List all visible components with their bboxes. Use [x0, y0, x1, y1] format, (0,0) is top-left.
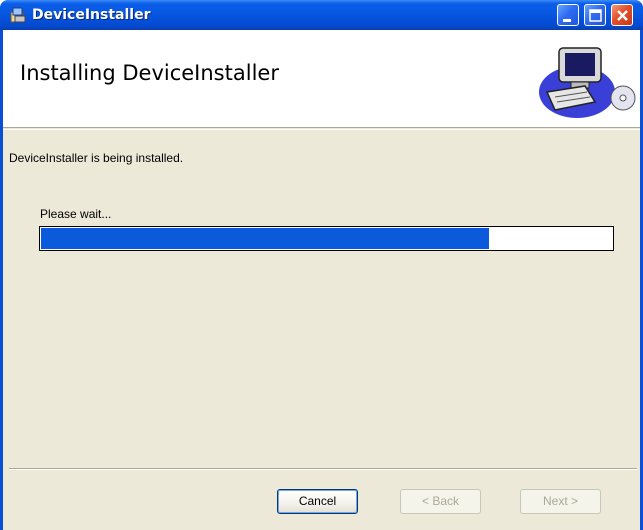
header-banner: Installing DeviceInstaller	[3, 30, 640, 128]
banner-divider	[3, 129, 640, 130]
close-button[interactable]	[611, 4, 633, 26]
maximize-button[interactable]	[584, 4, 606, 26]
install-status-text: DeviceInstaller is being installed.	[9, 151, 184, 165]
title-bar[interactable]: DeviceInstaller	[0, 0, 643, 30]
please-wait-label: Please wait...	[40, 207, 112, 221]
install-progress-bar	[39, 226, 614, 251]
minimize-button[interactable]	[557, 4, 579, 26]
computer-cd-icon	[539, 47, 636, 118]
close-icon	[617, 10, 628, 21]
back-button[interactable]: < Back	[400, 489, 481, 514]
minimize-icon	[563, 19, 571, 22]
cancel-button[interactable]: Cancel	[277, 489, 358, 514]
window-title: DeviceInstaller	[32, 7, 151, 23]
dialog-client-area: Installing DeviceInstaller DeviceInstall…	[3, 30, 640, 530]
progress-fill	[41, 228, 489, 249]
page-title: Installing DeviceInstaller	[20, 61, 279, 85]
maximize-icon	[589, 9, 602, 22]
installer-app-icon	[10, 7, 26, 23]
installer-window: DeviceInstaller Installing DeviceInstall…	[0, 0, 643, 530]
footer-divider	[9, 468, 637, 470]
next-button[interactable]: Next >	[520, 489, 601, 514]
